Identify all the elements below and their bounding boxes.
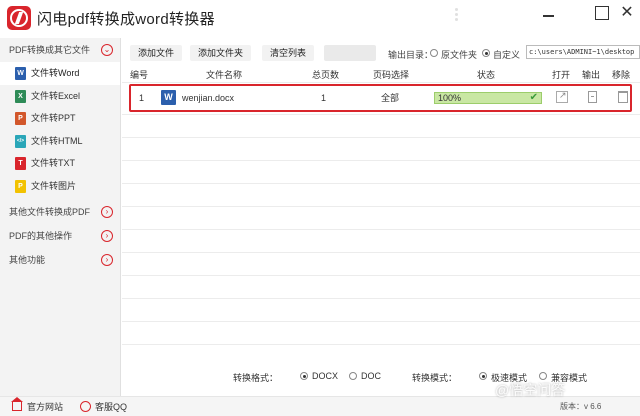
maximize-button[interactable] [593,4,611,22]
row-pages: 1 [321,93,327,103]
output-folder-icon[interactable] [588,91,597,103]
excel-file-icon: X [15,89,26,103]
output-path-field[interactable]: c:\users\ADMINI~1\desktop [526,45,640,59]
sidebar-item-to-image[interactable]: P 文件转图片 [0,175,120,198]
grid-line [122,229,640,230]
grid-line [122,114,640,115]
sidebar-category-other-to-pdf[interactable]: 其他文件转换成PDF › [0,200,120,224]
sidebar-category-label: PDF的其他操作 [9,231,73,241]
col-open: 打开 [552,70,571,80]
col-remove: 移除 [612,70,631,80]
grid-line [122,160,640,161]
website-link[interactable]: 官方网站 [27,401,63,413]
sidebar-item-label: 文件转Word [31,68,80,78]
sidebar-item-to-html[interactable]: </> 文件转HTML [0,130,120,153]
open-file-icon[interactable] [556,90,568,103]
sidebar-item-to-word[interactable]: W 文件转Word [0,62,120,85]
txt-file-icon: T [15,157,26,170]
grid-line [122,137,640,138]
clear-list-button[interactable]: 清空列表 [262,45,315,61]
mode-label: 转换模式： [412,373,458,383]
col-page-range: 页码选择 [373,70,410,80]
grid-line [122,344,640,345]
qq-icon [80,401,91,412]
row-index: 1 [139,93,145,103]
format-docx-radio[interactable] [300,372,308,380]
sidebar: PDF转换成其它文件 ⌄ W 文件转Word X 文件转Excel P 文件转P… [0,38,121,396]
table-row[interactable]: 1 W wenjian.docx 1 全部 100% ✔ [129,84,632,112]
word-file-icon: W [15,67,26,80]
app-title: 闪电pdf转换成word转换器 [37,11,215,28]
sidebar-category-pdf-to-other[interactable]: PDF转换成其它文件 ⌄ [0,38,120,62]
custom-dir-label: 自定义 [493,50,521,60]
row-filename: wenjian.docx [182,93,235,103]
format-doc-label: DOC [361,371,381,381]
sidebar-item-label: 文件转Excel [31,90,81,101]
sidebar-category-label: 其他功能 [9,255,46,265]
start-convert-button[interactable] [324,45,376,61]
app-logo-icon [7,6,31,30]
menu-dots-icon[interactable] [455,6,469,22]
trash-icon[interactable] [618,91,628,103]
sidebar-item-to-ppt[interactable]: P 文件转PPT [0,107,120,130]
sidebar-item-label: 文件转HTML [31,135,83,146]
grid-line [122,252,640,253]
close-button[interactable]: ✕ [618,4,636,22]
sidebar-category-pdf-other-ops[interactable]: PDF的其他操作 › [0,224,120,248]
mode-compat-radio[interactable] [539,372,547,380]
conversion-progress-bar: 100% ✔ [434,92,542,104]
row-page-range[interactable]: 全部 [381,86,399,110]
sidebar-item-to-txt[interactable]: T 文件转TXT [0,152,120,175]
sidebar-item-label: 文件转PPT [31,113,76,123]
grid-line [122,82,640,83]
progress-percent: 100% [438,93,462,103]
file-table: 编号 文件名称 总页数 页码选择 状态 打开 输出 移除 1 W wenjian… [122,70,640,354]
sidebar-item-label: 文件转TXT [31,158,75,168]
grid-line [122,206,640,207]
minimize-button[interactable] [540,4,558,22]
grid-line [122,321,640,322]
html-file-icon: </> [15,134,26,148]
output-dir-label: 输出目录： [388,50,434,60]
toolbar: 添加文件 添加文件夹 清空列表 输出目录： 原文件夹 自定义 c:\users\… [122,40,640,68]
grid-line [122,298,640,299]
source-folder-label: 原文件夹 [441,50,478,60]
chevron-right-icon: › [101,206,113,218]
title-bar: 闪电pdf转换成word转换器 ✕ [0,0,640,38]
table-header: 编号 文件名称 总页数 页码选择 状态 打开 输出 移除 [122,70,640,81]
format-label: 转换格式： [233,373,279,383]
version-label: 版本：v 6.6 [560,402,602,411]
mode-fast-radio[interactable] [479,372,487,380]
home-icon [11,397,23,411]
grid-line [122,183,640,184]
col-index: 编号 [130,70,149,80]
col-status: 状态 [477,70,496,80]
sidebar-item-label: 文件转图片 [31,180,77,191]
col-pages: 总页数 [312,70,340,80]
word-file-icon: W [161,90,176,105]
add-file-button[interactable]: 添加文件 [130,45,183,61]
chevron-down-icon: ⌄ [101,44,113,56]
chevron-right-icon: › [101,254,113,266]
chevron-right-icon: › [101,230,113,242]
col-output: 输出 [582,70,601,80]
sidebar-category-label: PDF转换成其它文件 [9,45,91,55]
ppt-file-icon: P [15,112,26,125]
watermark: @悟空问答 [495,382,566,398]
sidebar-item-to-excel[interactable]: X 文件转Excel [0,85,120,108]
format-doc-radio[interactable] [349,372,357,380]
grid-line [122,275,640,276]
add-folder-button[interactable]: 添加文件夹 [190,45,252,61]
custom-dir-radio[interactable] [482,49,490,57]
sidebar-category-label: 其他文件转换成PDF [9,207,91,217]
format-docx-label: DOCX [312,371,339,381]
support-qq-link[interactable]: 客服QQ [95,401,127,413]
source-folder-radio[interactable] [430,49,438,57]
col-filename: 文件名称 [206,70,243,80]
sidebar-category-other-functions[interactable]: 其他功能 › [0,248,120,272]
check-icon: ✔ [529,92,538,103]
image-file-icon: P [15,179,26,193]
